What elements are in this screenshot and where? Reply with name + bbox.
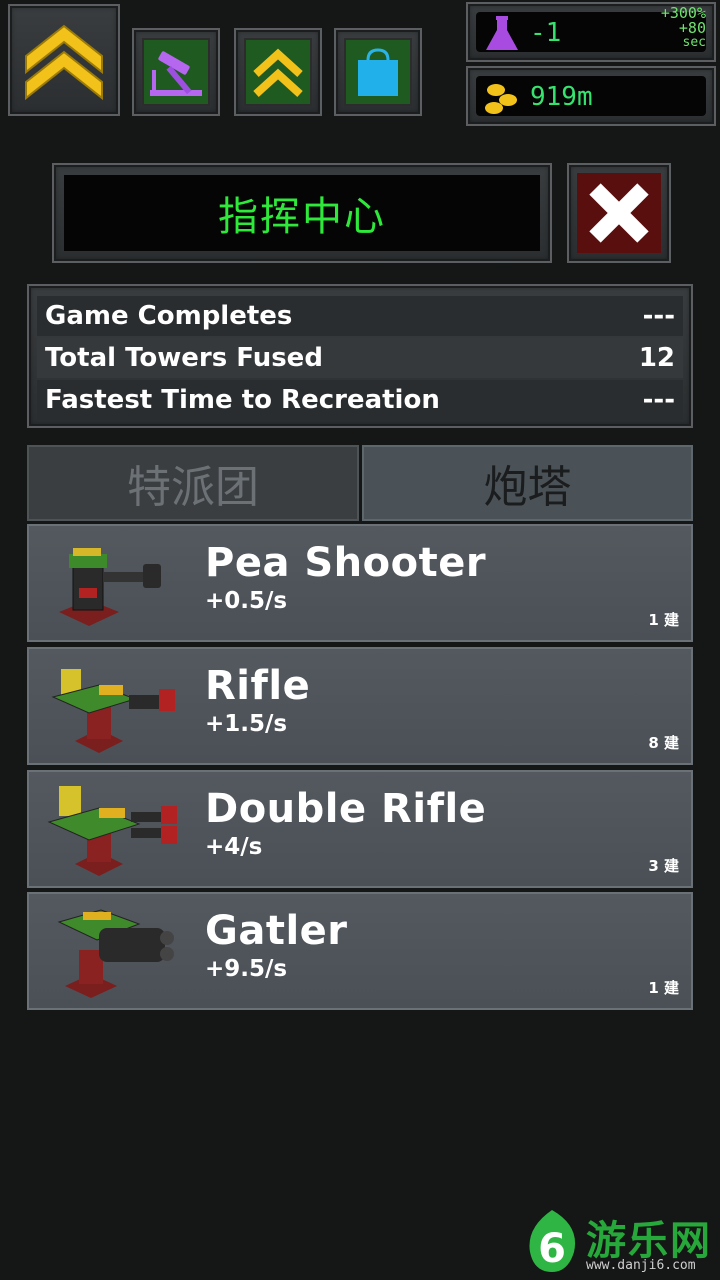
- tab-missions[interactable]: 特派团: [27, 445, 359, 521]
- tower-rate: +4/s: [205, 834, 263, 860]
- rifle-turret-icon: [51, 669, 175, 753]
- tower-count: 1 建: [648, 611, 679, 629]
- stats-panel: Game Completes --- Total Towers Fused 12…: [27, 284, 693, 428]
- close-x-icon: [589, 183, 649, 243]
- stat-label: Fastest Time to Recreation: [45, 385, 440, 415]
- shopping-bag-icon: [358, 48, 398, 96]
- build-hammer-button[interactable]: [132, 28, 220, 116]
- leaf-6-logo-icon: 6: [529, 1210, 576, 1272]
- gold-coins-icon: [485, 84, 517, 114]
- tower-name: Gatler: [205, 908, 348, 954]
- watermark-url: www.danji6.com: [586, 1258, 696, 1273]
- title-banner: 指挥中心: [52, 163, 552, 263]
- tower-count: 8 建: [648, 734, 679, 752]
- stat-label: Game Completes: [45, 301, 293, 331]
- stat-row-towers-fused: Total Towers Fused 12: [37, 338, 683, 378]
- tower-card-pea-shooter[interactable]: Pea Shooter +0.5/s 1 建: [27, 524, 693, 642]
- double-rifle-turret-icon: [47, 786, 177, 876]
- svg-text:6: 6: [538, 1226, 566, 1272]
- tower-name: Rifle: [205, 663, 311, 709]
- rank-chevron-icon: [25, 24, 103, 101]
- double-chevron-icon: [253, 48, 303, 97]
- research-bonus: +300% +80 sec: [661, 6, 706, 50]
- bonus-unit: sec: [682, 35, 706, 50]
- flask-icon: [486, 16, 518, 50]
- gold-value: 919m: [530, 82, 593, 112]
- stat-value: ---: [642, 385, 675, 415]
- research-value: -1: [530, 18, 562, 48]
- tower-card-rifle[interactable]: Rifle +1.5/s 8 建: [27, 647, 693, 765]
- gold-counter: 919m: [466, 66, 716, 126]
- stat-value: ---: [642, 301, 675, 331]
- tower-card-double-rifle[interactable]: Double Rifle +4/s 3 建: [27, 770, 693, 888]
- shop-button[interactable]: [334, 28, 422, 116]
- upgrade-button[interactable]: [234, 28, 322, 116]
- tower-count: 1 建: [648, 979, 679, 997]
- watermark: 6 游乐网 www.danji6.com: [522, 1206, 718, 1276]
- tab-turrets[interactable]: 炮塔: [362, 445, 693, 521]
- stat-row-game-completes: Game Completes ---: [37, 296, 683, 336]
- stat-row-fastest-time: Fastest Time to Recreation ---: [37, 380, 683, 420]
- tower-rate: +0.5/s: [205, 588, 288, 614]
- tower-rate: +1.5/s: [205, 711, 288, 737]
- tower-rate: +9.5/s: [205, 956, 288, 982]
- stat-value: 12: [638, 343, 675, 373]
- tower-name: Pea Shooter: [205, 540, 487, 586]
- hammer-icon: [150, 51, 202, 96]
- bonus-rate: +80: [678, 19, 706, 37]
- rank-button[interactable]: [8, 4, 120, 116]
- close-button[interactable]: [567, 163, 671, 263]
- research-counter: -1 +300% +80 sec: [466, 2, 716, 62]
- tower-name: Double Rifle: [205, 786, 487, 832]
- stat-label: Total Towers Fused: [45, 343, 323, 373]
- page-title: 指挥中心: [218, 194, 386, 240]
- gatler-turret-icon: [57, 909, 174, 998]
- tower-card-gatler[interactable]: Gatler +9.5/s 1 建: [27, 892, 693, 1010]
- tower-count: 3 建: [648, 857, 679, 875]
- pea-shooter-turret-icon: [59, 548, 161, 626]
